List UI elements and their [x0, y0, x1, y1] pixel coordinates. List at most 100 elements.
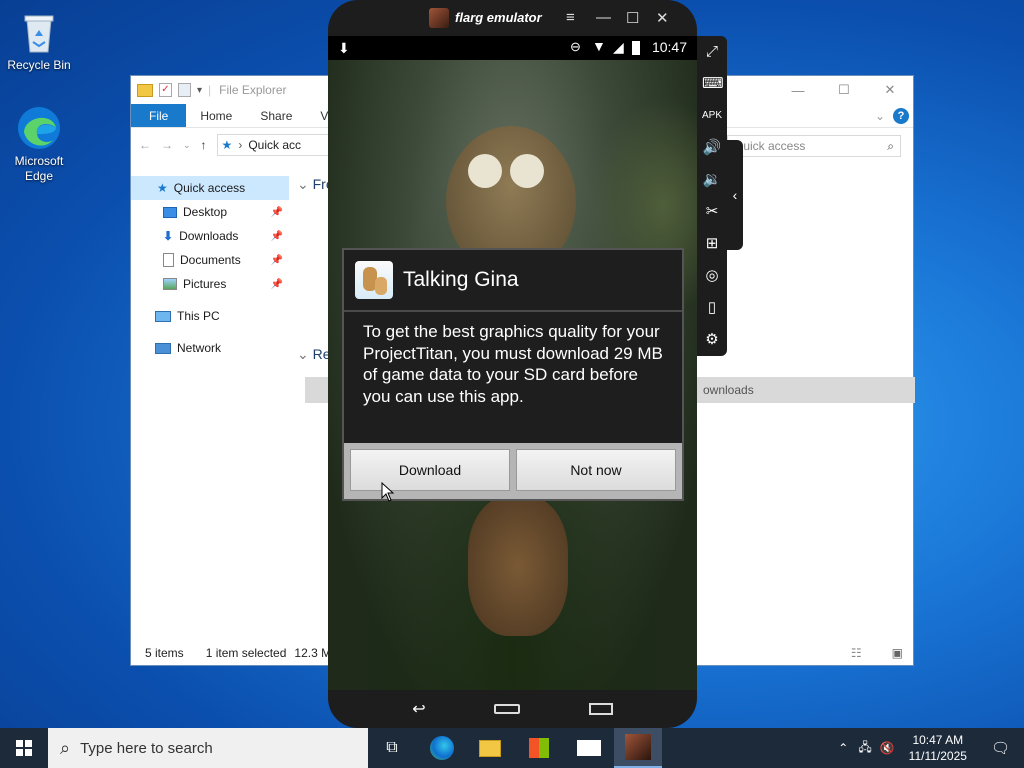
install-apk-icon[interactable]: APK [702, 106, 722, 126]
dialog-title: Talking Gina [403, 268, 519, 291]
emulator-close-button[interactable]: ✕ [656, 9, 669, 27]
emulator-titlebar: flarg emulator ≡ — ☐ ✕ [328, 0, 697, 36]
taskbar-file-explorer[interactable] [466, 728, 514, 768]
mouse-cursor-icon [381, 481, 395, 505]
dnd-icon: ⊖ [570, 39, 581, 54]
add-window-icon[interactable]: ⊞ [702, 234, 722, 254]
not-now-button[interactable]: Not now [516, 449, 676, 491]
close-button[interactable]: ✕ [867, 76, 913, 104]
nav-item-downloads[interactable]: ⬇ Downloads 📌 [131, 224, 289, 248]
volume-down-icon[interactable]: 🔉 [702, 170, 722, 190]
recents-button[interactable] [588, 703, 613, 715]
nav-label: Desktop [183, 205, 228, 219]
task-view-button[interactable]: ⧉ [368, 728, 416, 768]
nav-label: Quick access [173, 181, 246, 195]
emulator-menu-icon[interactable]: ≡ [566, 9, 575, 26]
back-button[interactable]: ↩ [412, 699, 425, 719]
taskbar-search-box[interactable]: ⌕ Type here to search [48, 728, 368, 768]
recent-locations-icon[interactable]: ⌄ [183, 140, 191, 151]
download-button[interactable]: Download [350, 449, 510, 491]
new-folder-icon[interactable] [178, 83, 191, 97]
breadcrumb-chevron-icon: › [238, 138, 243, 152]
clock-date: 11/11/2025 [908, 749, 967, 763]
taskbar-emulator[interactable] [614, 728, 662, 768]
search-icon: ⌕ [60, 737, 71, 758]
collapse-toolbar-button[interactable]: ‹ [727, 140, 743, 250]
notifications-icon[interactable]: 🗨 [977, 739, 1024, 757]
quick-access-star-icon: ★ [157, 181, 168, 195]
documents-icon [163, 253, 174, 267]
details-view-icon[interactable]: ☷ [851, 646, 862, 660]
nav-label: Pictures [183, 277, 227, 291]
taskbar-store[interactable] [515, 728, 563, 768]
large-icons-view-icon[interactable]: ▣ [892, 646, 903, 660]
edge-icon [430, 736, 454, 760]
nav-label: This PC [177, 309, 220, 323]
nav-item-documents[interactable]: Documents 📌 [131, 248, 289, 272]
tab-file[interactable]: File [131, 104, 187, 127]
pin-icon[interactable]: 📌 [271, 207, 283, 218]
home-button[interactable] [494, 704, 521, 714]
desktop-icon-edge[interactable]: Microsoft Edge [1, 104, 77, 184]
task-view-icon: ⧉ [386, 739, 398, 756]
location-icon[interactable]: ◎ [702, 266, 722, 286]
search-input[interactable]: Quick access ⌕ [727, 135, 901, 157]
start-button[interactable] [0, 728, 48, 768]
emulator-logo-icon [429, 8, 449, 28]
windows-logo-icon [16, 740, 32, 756]
up-icon[interactable]: ↑ [201, 138, 207, 152]
emulator-side-toolbar: ⤢ ⌨ APK 🔊 🔉 ✂ ⊞ ◎ ▯ ⚙ [697, 36, 727, 356]
network-icon [155, 342, 171, 354]
desktop-folder-icon [163, 206, 177, 218]
volume-up-icon[interactable]: 🔊 [702, 138, 722, 158]
maximize-button[interactable]: ☐ [821, 76, 867, 104]
nav-item-pictures[interactable]: Pictures 📌 [131, 272, 289, 296]
nav-item-quick-access[interactable]: ★ Quick access [131, 176, 289, 200]
show-hidden-icons-icon[interactable]: ⌃ [832, 741, 854, 755]
giraffe-eye-left [468, 154, 502, 188]
customize-qat-icon[interactable]: ▾ [197, 85, 202, 96]
fullscreen-icon[interactable]: ⤢ [702, 42, 722, 62]
quick-access-star-icon: ★ [221, 138, 233, 152]
tab-home[interactable]: Home [186, 104, 246, 127]
nav-item-network[interactable]: Network [131, 336, 289, 360]
nav-label: Downloads [179, 229, 239, 243]
downloads-icon: ⬇ [163, 229, 174, 243]
volume-muted-icon[interactable]: 🔇 [876, 741, 899, 755]
item-count: 5 items [145, 646, 184, 660]
network-tray-icon[interactable]: 🖧 [854, 738, 875, 759]
signal-icon: ◢ [613, 39, 624, 55]
search-placeholder: Quick access [734, 139, 806, 153]
settings-icon[interactable]: ⚙ [702, 330, 722, 350]
expand-ribbon-icon[interactable]: ⌄ [875, 104, 893, 127]
this-pc-icon [155, 310, 171, 322]
edge-icon [15, 104, 63, 152]
properties-icon[interactable]: ✓ [159, 83, 172, 97]
desktop-icon-label: Microsoft Edge [14, 154, 64, 183]
tab-share[interactable]: Share [246, 104, 306, 127]
minimize-button[interactable]: — [775, 76, 821, 104]
nav-item-desktop[interactable]: Desktop 📌 [131, 200, 289, 224]
clock-time: 10:47 AM [912, 733, 964, 747]
help-icon[interactable]: ? [893, 104, 913, 127]
nav-item-this-pc[interactable]: This PC [131, 304, 289, 328]
desktop-icon-recycle-bin[interactable]: Recycle Bin [1, 8, 77, 72]
group-header-recent[interactable]: ⌄ Re [297, 346, 331, 363]
desktop-icon-label: Recycle Bin [7, 58, 71, 72]
emulator-minimize-button[interactable]: — [596, 9, 611, 26]
emulator-maximize-button[interactable]: ☐ [626, 9, 639, 27]
giraffe-eye-right [510, 154, 544, 188]
pin-icon[interactable]: 📌 [271, 255, 283, 266]
taskbar-edge[interactable] [418, 728, 466, 768]
forward-icon[interactable]: → [161, 138, 173, 152]
pin-icon[interactable]: 📌 [271, 279, 283, 290]
shake-icon[interactable]: ▯ [702, 298, 722, 318]
emulator-app-icon [625, 734, 651, 760]
pin-icon[interactable]: 📌 [271, 231, 283, 242]
back-icon[interactable]: ← [139, 138, 151, 152]
emulator-title: flarg emulator [455, 10, 542, 25]
clock[interactable]: 10:47 AM 11/11/2025 [899, 732, 977, 764]
screenshot-icon[interactable]: ✂ [702, 202, 722, 222]
taskbar-mail[interactable] [565, 728, 613, 768]
keyboard-icon[interactable]: ⌨ [702, 74, 724, 94]
